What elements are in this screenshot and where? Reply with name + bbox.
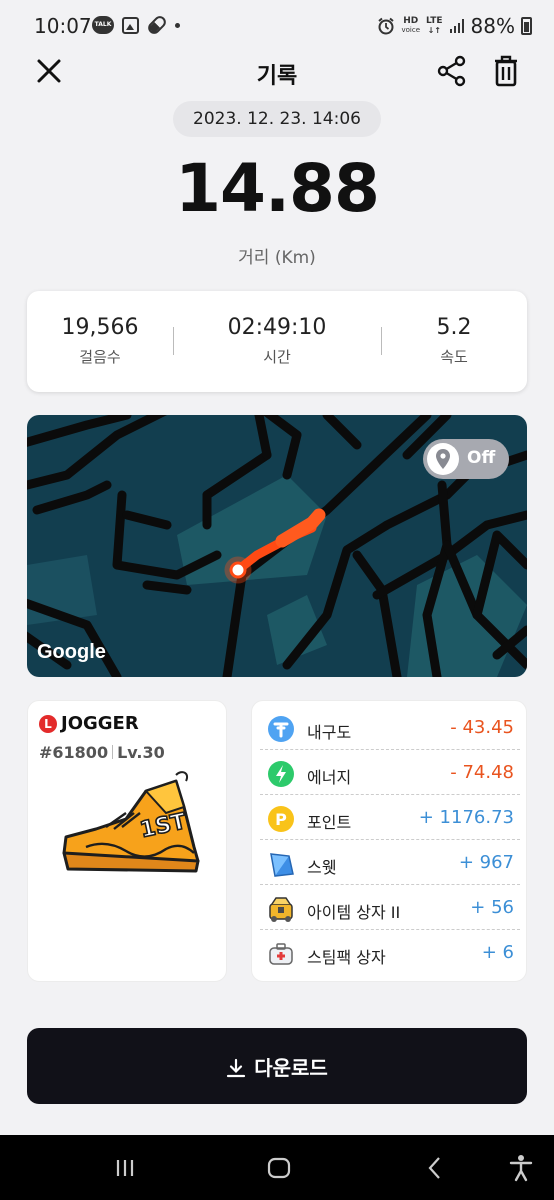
- reward-name: 스팀팩 상자: [307, 948, 386, 967]
- back-icon[interactable]: [420, 1153, 450, 1183]
- accessibility-icon[interactable]: [506, 1153, 536, 1183]
- steps-value: 19,566: [61, 315, 139, 340]
- lte-icon: LTE ↓↑: [426, 16, 443, 36]
- distance-value: 14.88: [175, 150, 380, 227]
- notification-icons: TALK: [92, 13, 180, 37]
- shoe-id-line: #61800 Lv.30: [39, 743, 165, 762]
- shoe-type-badge: L: [39, 714, 57, 733]
- time-stat: 02:49:10 시간: [202, 315, 352, 367]
- time-label: 시간: [263, 348, 291, 366]
- steps-stat: 19,566 걸음수: [25, 315, 175, 367]
- sweat-icon: [270, 853, 294, 877]
- jogger-card[interactable]: L JOGGER #61800 Lv.30 1ST: [27, 700, 227, 982]
- header: 기록: [0, 52, 554, 96]
- system-nav-bar: [0, 1135, 554, 1200]
- reward-value: + 56: [470, 897, 514, 918]
- alarm-icon: [378, 17, 395, 35]
- battery-icon: [521, 17, 532, 35]
- home-icon[interactable]: [264, 1153, 294, 1183]
- reward-row-durability: 내구도 - 43.45: [252, 705, 528, 750]
- route-map[interactable]: Off Google: [27, 415, 527, 677]
- point-icon: P: [268, 806, 294, 832]
- download-icon: [227, 1058, 246, 1078]
- kakaotalk-icon: TALK: [92, 16, 114, 34]
- item-box-icon: [269, 897, 293, 922]
- location-pin-icon: [436, 449, 450, 469]
- reward-name: 에너지: [307, 768, 352, 787]
- download-label: 다운로드: [254, 1056, 328, 1080]
- svg-text:P: P: [275, 810, 287, 829]
- rewards-card: 내구도 - 43.45 에너지 - 74.48 P 포인트 + 1176.73 …: [251, 700, 527, 982]
- time-value: 02:49:10: [227, 315, 327, 340]
- signal-icon: [449, 19, 464, 33]
- divider: [173, 327, 174, 355]
- reward-name: 아이템 상자 II: [307, 903, 401, 922]
- hd-voice-icon: HD voice: [401, 16, 420, 35]
- more-notifications-icon: [175, 22, 180, 28]
- reward-value: + 1176.73: [418, 807, 514, 828]
- reward-value: + 6: [481, 942, 514, 963]
- stats-card: 19,566 걸음수 02:49:10 시간 5.2 속도: [27, 291, 527, 392]
- speed-value: 5.2: [436, 315, 472, 340]
- google-logo: Google: [37, 641, 106, 663]
- location-toggle[interactable]: Off: [423, 439, 509, 479]
- steampack-box-icon: [269, 943, 293, 965]
- recent-apps-icon[interactable]: [110, 1153, 140, 1183]
- shoe-level: Lv.30: [117, 743, 165, 762]
- delete-icon[interactable]: [490, 54, 522, 88]
- reward-row-point: P 포인트 + 1176.73: [252, 795, 528, 840]
- battery-percent: 88%: [470, 14, 515, 38]
- shoe-name: L JOGGER: [39, 713, 139, 734]
- status-right: HD voice LTE ↓↑ 88%: [377, 14, 532, 38]
- steps-label: 걸음수: [79, 348, 121, 366]
- distance-label: 거리 (Km): [238, 248, 316, 268]
- share-icon[interactable]: [436, 54, 468, 88]
- reward-name: 스웻: [307, 858, 337, 877]
- reward-value: + 967: [458, 852, 514, 873]
- reward-row-sweat: 스웻 + 967: [252, 840, 528, 885]
- reward-name: 내구도: [307, 723, 352, 742]
- toggle-label: Off: [467, 448, 496, 468]
- reward-row-energy: 에너지 - 74.48: [252, 750, 528, 795]
- reward-row-steampack-box: 스팀팩 상자 + 6: [252, 930, 528, 975]
- sneaker-image: 1ST: [62, 771, 200, 873]
- page-title: 기록: [256, 64, 298, 89]
- speed-stat: 5.2 속도: [379, 315, 529, 367]
- shoe-type-label: JOGGER: [61, 713, 139, 734]
- record-datetime: 2023. 12. 23. 14:06: [173, 101, 381, 137]
- status-bar: 10:07 TALK HD voice LTE ↓↑ 88%: [0, 0, 554, 52]
- reward-name: 포인트: [307, 813, 352, 832]
- reward-value: - 74.48: [450, 762, 514, 783]
- status-time: 10:07: [34, 14, 92, 38]
- reward-value: - 43.45: [450, 717, 514, 738]
- speed-label: 속도: [440, 348, 468, 366]
- pill-icon: [145, 13, 169, 37]
- toggle-knob: [427, 443, 459, 475]
- durability-icon: [268, 716, 294, 742]
- energy-icon: [268, 761, 294, 787]
- shoe-id: #61800: [39, 743, 109, 762]
- gallery-icon: [122, 16, 139, 34]
- reward-row-item-box: 아이템 상자 II + 56: [252, 885, 528, 930]
- download-button[interactable]: 다운로드: [27, 1028, 527, 1104]
